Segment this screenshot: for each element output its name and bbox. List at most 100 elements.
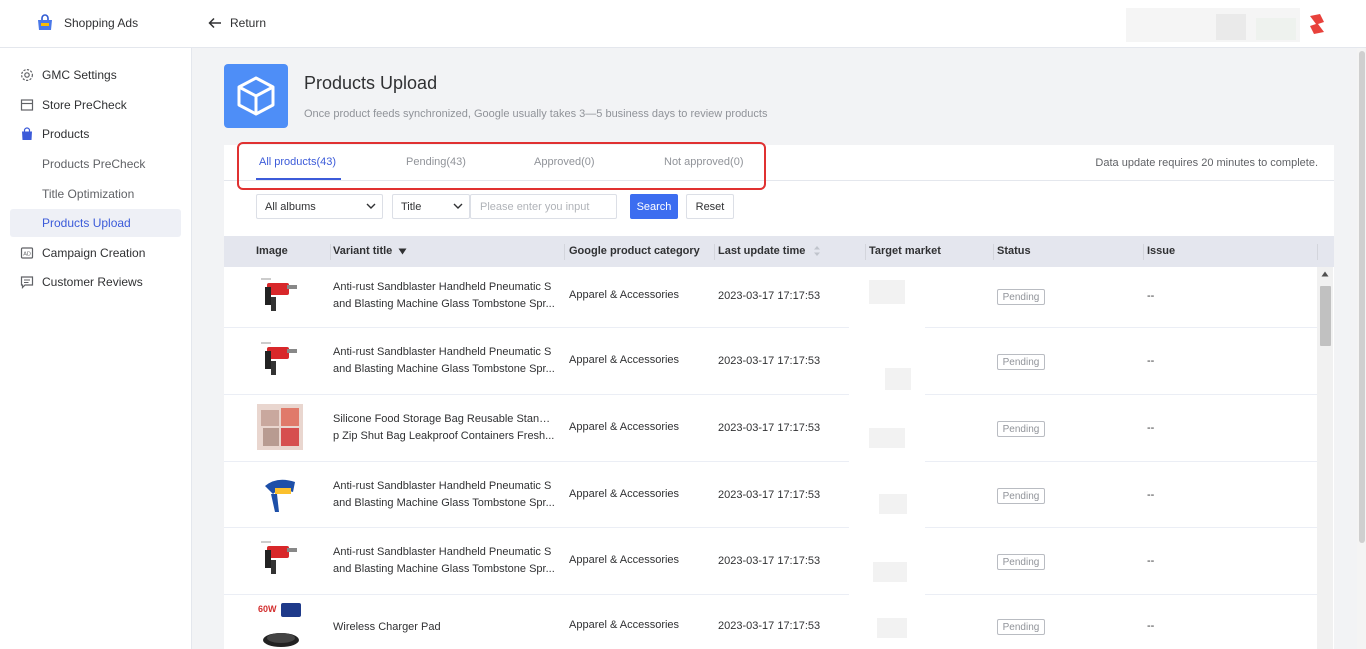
search-input[interactable] bbox=[470, 194, 617, 219]
sidebar-item-products-precheck[interactable]: Products PreCheck bbox=[10, 150, 181, 178]
column-divider bbox=[865, 244, 866, 260]
svg-text:AD: AD bbox=[23, 252, 31, 258]
column-header-variant-title[interactable]: Variant title bbox=[333, 245, 407, 257]
product-category: Apparel & Accessories bbox=[569, 289, 680, 301]
page-title: Products Upload bbox=[304, 73, 438, 93]
status-badge: Pending bbox=[997, 488, 1045, 504]
last-update-time: 2023-03-17 17:17:53 bbox=[718, 620, 821, 632]
store-icon bbox=[20, 98, 34, 112]
column-header-category: Google product category bbox=[569, 245, 700, 257]
shopping-ads-logo-icon bbox=[38, 14, 52, 30]
column-header-image: Image bbox=[256, 245, 288, 257]
product-category: Apparel & Accessories bbox=[569, 354, 680, 366]
table-row[interactable]: Anti-rust Sandblaster Handheld Pneumatic… bbox=[224, 328, 1317, 395]
sidebar-item-products[interactable]: Products bbox=[10, 120, 181, 148]
sandblaster-red-thumbnail bbox=[257, 538, 303, 584]
arrow-left-icon bbox=[208, 17, 221, 29]
store-logo-icon[interactable] bbox=[1306, 12, 1328, 36]
column-header-status: Status bbox=[997, 245, 1031, 257]
column-divider bbox=[1317, 244, 1318, 260]
column-divider bbox=[330, 244, 331, 260]
status-tabs: All products(43) Pending(43) Approved(0)… bbox=[224, 145, 1334, 181]
sidebar-item-products-upload[interactable]: Products Upload bbox=[10, 209, 181, 237]
album-select[interactable]: All albums bbox=[256, 194, 383, 219]
sort-down-icon bbox=[398, 248, 407, 254]
issue-value: -- bbox=[1147, 290, 1155, 302]
sandblaster-red-thumbnail bbox=[257, 339, 303, 385]
tab-pending[interactable]: Pending(43) bbox=[406, 156, 466, 168]
variant-title[interactable]: Silicone Food Storage Bag Reusable Stand… bbox=[333, 411, 555, 445]
issue-value: -- bbox=[1147, 489, 1155, 501]
product-category: Apparel & Accessories bbox=[569, 619, 680, 631]
column-divider bbox=[993, 244, 994, 260]
page-scroll-thumb[interactable] bbox=[1359, 51, 1365, 543]
reset-button[interactable]: Reset bbox=[686, 194, 734, 219]
column-divider bbox=[1143, 244, 1144, 260]
sidebar-item-campaign-creation[interactable]: AD Campaign Creation bbox=[10, 239, 181, 267]
sidebar-item-gmc-settings[interactable]: GMC Settings bbox=[10, 61, 181, 89]
sidebar-item-store-precheck[interactable]: Store PreCheck bbox=[10, 91, 181, 119]
sidebar-item-title-optimization[interactable]: Title Optimization bbox=[10, 180, 181, 208]
sidebar-item-label: Customer Reviews bbox=[42, 275, 143, 289]
status-badge: Pending bbox=[997, 421, 1045, 437]
column-header-issue: Issue bbox=[1147, 245, 1176, 257]
top-bar: Shopping Ads Return bbox=[0, 0, 1366, 48]
table-row[interactable]: Anti-rust Sandblaster Handheld Pneumatic… bbox=[224, 528, 1317, 595]
sidebar-item-label: Store PreCheck bbox=[42, 98, 127, 112]
scroll-up-arrow-icon[interactable] bbox=[1321, 271, 1329, 277]
column-header-last-update[interactable]: Last update time bbox=[718, 245, 821, 257]
variant-title[interactable]: Anti-rust Sandblaster Handheld Pneumatic… bbox=[333, 344, 555, 378]
table-scroll-thumb[interactable] bbox=[1320, 286, 1331, 346]
food-bags-thumbnail bbox=[257, 404, 303, 450]
review-icon bbox=[20, 275, 34, 289]
table-row[interactable]: Silicone Food Storage Bag Reusable Stand… bbox=[224, 395, 1317, 462]
page-subtitle: Once product feeds synchronized, Google … bbox=[304, 108, 768, 120]
last-update-time: 2023-03-17 17:17:53 bbox=[718, 422, 821, 434]
column-divider bbox=[564, 244, 565, 260]
last-update-time: 2023-03-17 17:17:53 bbox=[718, 555, 821, 567]
sidebar-item-label: Products PreCheck bbox=[42, 157, 146, 171]
data-update-note: Data update requires 20 minutes to compl… bbox=[1095, 157, 1318, 169]
return-button[interactable]: Return bbox=[208, 16, 266, 30]
last-update-time: 2023-03-17 17:17:53 bbox=[718, 355, 821, 367]
sidebar: GMC Settings Store PreCheck Products Pro… bbox=[0, 48, 192, 649]
search-field-select[interactable]: Title bbox=[392, 194, 470, 219]
product-category: Apparel & Accessories bbox=[569, 554, 680, 566]
variant-title[interactable]: Anti-rust Sandblaster Handheld Pneumatic… bbox=[333, 279, 555, 313]
app-name: Shopping Ads bbox=[64, 16, 139, 30]
gear-icon bbox=[20, 68, 34, 82]
variant-title[interactable]: Wireless Charger Pad bbox=[333, 619, 555, 636]
issue-value: -- bbox=[1147, 422, 1155, 434]
issue-value: -- bbox=[1147, 620, 1155, 632]
table-row[interactable]: Anti-rust Sandblaster Handheld Pneumatic… bbox=[224, 462, 1317, 528]
table-row[interactable]: Anti-rust Sandblaster Handheld Pneumatic… bbox=[224, 267, 1317, 328]
wireless-charger-thumbnail: 60W bbox=[257, 602, 303, 648]
target-market-blurred bbox=[849, 272, 925, 649]
column-header-label: Last update time bbox=[718, 245, 806, 257]
svg-text:60W: 60W bbox=[258, 604, 277, 614]
tab-not-approved[interactable]: Not approved(0) bbox=[664, 156, 744, 168]
shopping-bag-icon bbox=[20, 127, 34, 141]
search-button[interactable]: Search bbox=[630, 194, 678, 219]
tab-approved[interactable]: Approved(0) bbox=[534, 156, 595, 168]
variant-title[interactable]: Anti-rust Sandblaster Handheld Pneumatic… bbox=[333, 544, 555, 578]
table-row[interactable]: 60W Wireless Charger Pad Apparel & Acces… bbox=[224, 595, 1317, 649]
sidebar-item-label: Title Optimization bbox=[42, 187, 135, 201]
sidebar-item-label: Products bbox=[42, 127, 90, 141]
product-category: Apparel & Accessories bbox=[569, 488, 680, 500]
sidebar-item-customer-reviews[interactable]: Customer Reviews bbox=[10, 268, 181, 296]
sort-icon bbox=[814, 246, 821, 256]
sandblaster-blue-thumbnail bbox=[257, 472, 303, 518]
sidebar-item-label: GMC Settings bbox=[42, 68, 117, 82]
chevron-down-icon bbox=[366, 203, 376, 209]
active-tab-indicator bbox=[256, 178, 341, 180]
album-select-value: All albums bbox=[265, 200, 316, 213]
last-update-time: 2023-03-17 17:17:53 bbox=[718, 489, 821, 501]
column-header-label: Variant title bbox=[333, 245, 393, 257]
tab-all-products[interactable]: All products(43) bbox=[259, 156, 336, 168]
last-update-time: 2023-03-17 17:17:53 bbox=[718, 290, 821, 302]
product-category: Apparel & Accessories bbox=[569, 421, 680, 433]
return-label: Return bbox=[230, 16, 267, 30]
variant-title[interactable]: Anti-rust Sandblaster Handheld Pneumatic… bbox=[333, 478, 555, 512]
account-info-blurred bbox=[1126, 8, 1300, 42]
